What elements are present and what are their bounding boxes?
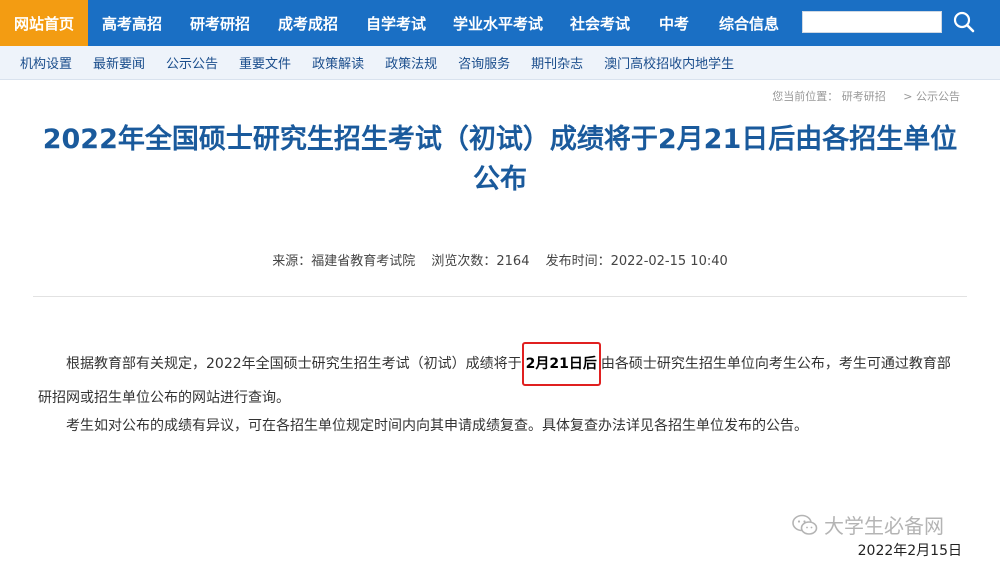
highlighted-date: 2月21日后 — [521, 342, 601, 386]
breadcrumb-link-yankao[interactable]: 研考研招 — [842, 90, 886, 103]
nav-item-zikao[interactable]: 自学考试 — [352, 0, 440, 46]
breadcrumb-prefix: 您当前位置： — [772, 90, 839, 103]
subnav-item-aomen[interactable]: 澳门高校招收内地学生 — [604, 53, 734, 72]
nav-item-chengkao[interactable]: 成考成招 — [264, 0, 352, 46]
article-title: 2022年全国硕士研究生招生考试（初试）成绩将于2月21日后由各招生单位公布 — [42, 124, 958, 195]
breadcrumb: 您当前位置： 研考研招 > 公示公告 — [764, 88, 960, 104]
nav-item-yankao[interactable]: 研考研招 — [176, 0, 264, 46]
search-button[interactable] — [950, 8, 978, 36]
subnav-item-yaowen[interactable]: 最新要闻 — [93, 53, 145, 72]
nav-item-zhongkao[interactable]: 中考 — [644, 0, 704, 46]
subnav-item-jiedu[interactable]: 政策解读 — [312, 53, 364, 72]
divider — [33, 296, 967, 297]
search-input[interactable] — [802, 11, 942, 33]
article-paragraph-2: 考生如对公布的成绩有异议，可在各招生单位规定时间内向其申请成绩复查。具体复查办法… — [66, 418, 808, 434]
footer-date: 2022年2月15日 — [857, 543, 962, 559]
article-published: 发布时间：2022-02-15 10:40 — [545, 254, 728, 269]
magnifier-icon — [953, 11, 975, 33]
nav-item-xueye[interactable]: 学业水平考试 — [440, 0, 556, 46]
nav-item-home[interactable]: 网站首页 — [0, 0, 88, 46]
nav-item-shehui[interactable]: 社会考试 — [556, 0, 644, 46]
watermark: 大学生必备网 — [792, 510, 944, 539]
paragraph-1-text-before: 根据教育部有关规定，2022年全国硕士研究生招生考试（初试）成绩将于 — [66, 356, 522, 372]
nav-item-gaokao[interactable]: 高考高招 — [88, 0, 176, 46]
subnav-item-qikan[interactable]: 期刊杂志 — [531, 53, 583, 72]
breadcrumb-link-gonggao[interactable]: > 公示公告 — [903, 90, 960, 103]
subnav-item-gonggao[interactable]: 公示公告 — [166, 53, 218, 72]
watermark-text: 大学生必备网 — [824, 514, 944, 538]
subnav-item-fagui[interactable]: 政策法规 — [385, 53, 437, 72]
subnav-item-wenjian[interactable]: 重要文件 — [239, 53, 291, 72]
wechat-icon — [792, 514, 818, 535]
article-meta: 来源：福建省教育考试院 浏览次数：2164 发布时间：2022-02-15 10… — [0, 250, 1000, 269]
article-views: 浏览次数：2164 — [431, 254, 530, 269]
nav-item-zonghe[interactable]: 综合信息 — [704, 0, 794, 46]
article-source: 来源：福建省教育考试院 — [272, 254, 416, 269]
article-paragraph-1: 根据教育部有关规定，2022年全国硕士研究生招生考试（初试）成绩将于 2月21日后… — [38, 342, 963, 410]
top-navigation: 网站首页 高考高招 研考研招 成考成招 自学考试 学业水平考试 社会考试 中考 … — [0, 0, 1000, 46]
article-body: 根据教育部有关规定，2022年全国硕士研究生招生考试（初试）成绩将于 2月21日后… — [38, 342, 963, 442]
sub-navigation: 机构设置 最新要闻 公示公告 重要文件 政策解读 政策法规 咨询服务 期刊杂志 … — [0, 46, 1000, 80]
subnav-item-jigou[interactable]: 机构设置 — [20, 53, 72, 72]
subnav-item-zixun[interactable]: 咨询服务 — [458, 53, 510, 72]
